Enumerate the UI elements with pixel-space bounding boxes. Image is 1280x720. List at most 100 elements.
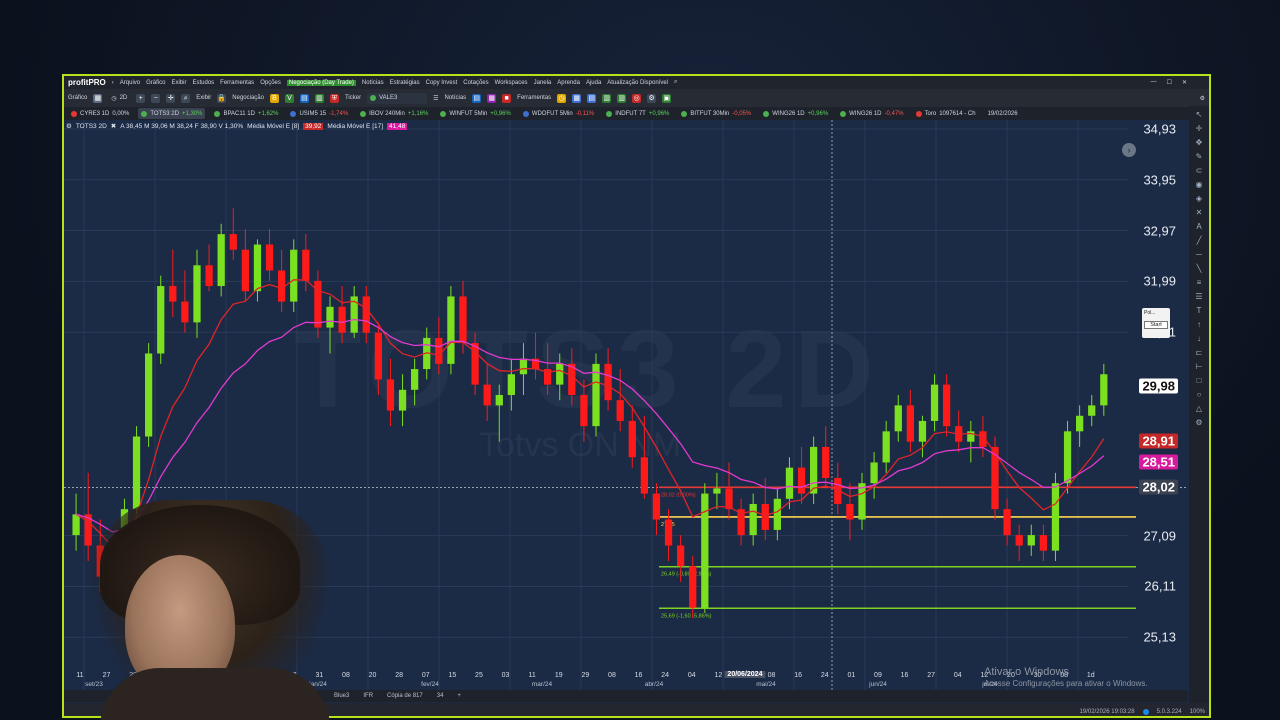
period-selector[interactable]: ◷ 2D	[108, 93, 130, 104]
tool-target-icon[interactable]: ◎	[632, 93, 642, 103]
status-blue3[interactable]: Blue3	[334, 693, 349, 699]
menu-item-copy-invest[interactable]: Copy Invest	[426, 80, 458, 86]
gear-tool-icon[interactable]: ⚙	[1194, 418, 1204, 428]
price-tick-label: 34,93	[1143, 121, 1176, 137]
start-button[interactable]: Start	[1144, 321, 1168, 329]
ticker-tab[interactable]: INDFUT 7T +0,96%	[603, 108, 672, 119]
pen-icon[interactable]: ✎	[1194, 152, 1204, 162]
menu-item-janela[interactable]: Janela	[534, 80, 552, 86]
order-buy-icon[interactable]: B	[269, 93, 279, 103]
ticker-input[interactable]: VALE3	[367, 92, 428, 104]
ticker-tab[interactable]: USIM5 15 -1,74%	[287, 108, 351, 119]
menu-item-cotacoes[interactable]: Cotações	[463, 80, 488, 86]
menu-item-estrategias[interactable]: Estratégias	[390, 80, 420, 86]
bracket-icon[interactable]: ⊏	[1194, 348, 1204, 358]
price-axis[interactable]: 34,9333,9532,9731,9931,0127,0926,1125,13…	[1128, 120, 1188, 690]
status-copia[interactable]: Cópia de 817	[387, 693, 423, 699]
menu-item-arquivo[interactable]: Arquivo	[120, 80, 140, 86]
news-icon[interactable]: ▤	[472, 93, 482, 103]
ticker-tab[interactable]: Toro 1097614 - Ch	[913, 108, 979, 119]
text-tool-icon[interactable]: T	[1194, 306, 1204, 316]
tool-grid-icon[interactable]: ▦	[572, 93, 582, 103]
tool-table-icon[interactable]: ▤	[587, 93, 597, 103]
menu-item-exibir[interactable]: Exibir	[171, 80, 186, 86]
crosshair-icon[interactable]: ✛	[166, 93, 176, 103]
maximize-icon[interactable]: ☐	[1167, 79, 1172, 86]
ticker-tab[interactable]: WING26 1D +0,96%	[760, 108, 831, 119]
hline-icon[interactable]: ─	[1194, 250, 1204, 260]
tool-gear-icon[interactable]: ⚙	[647, 93, 657, 103]
minimize-icon[interactable]: —	[1151, 79, 1157, 86]
arrow-down-icon[interactable]: ↓	[1194, 334, 1204, 344]
menu-item-atualizacao[interactable]: Atualização Disponível	[607, 80, 668, 86]
toolbar-exibir-label[interactable]: Exibir	[196, 95, 211, 101]
zoom-in-icon[interactable]: +	[136, 93, 146, 103]
menu-item-ferramentas[interactable]: Ferramentas	[220, 80, 254, 86]
shield-icon[interactable]: ⛨	[329, 93, 339, 103]
text-icon[interactable]: A	[1194, 222, 1204, 232]
add-tab-icon[interactable]: +	[457, 693, 461, 699]
menu-item-noticias[interactable]: Notícias	[362, 80, 384, 86]
line-icon[interactable]: ╱	[1194, 236, 1204, 246]
menu-item-negociacao[interactable]: Negociação (Day Trade)	[286, 79, 356, 86]
circle-icon[interactable]: ○	[1194, 390, 1204, 400]
menu-bar: profitPRO ‹ Arquivo Gráfico Exibir Estud…	[64, 76, 1209, 89]
ticker-tab[interactable]: CYRE3 1D 0,00%	[68, 108, 132, 119]
menu-item-aprenda[interactable]: Aprenda	[557, 80, 580, 86]
eye-icon[interactable]: ◉	[1194, 180, 1204, 190]
move-icon[interactable]: ✥	[1194, 138, 1204, 148]
triangle-icon[interactable]: △	[1194, 404, 1204, 414]
lock-icon[interactable]: 🔒	[217, 93, 227, 103]
ticker-tab[interactable]: WING26 1D -0,47%	[837, 108, 906, 119]
fibo-icon[interactable]: ☰	[1194, 292, 1204, 302]
tool-chart-icon[interactable]: ▥	[602, 93, 612, 103]
list-icon[interactable]: ☰	[433, 95, 438, 102]
zoom-out-icon[interactable]: −	[151, 93, 161, 103]
price-tick-label: 25,13	[1143, 629, 1176, 645]
chart-type-icon[interactable]: ▦	[93, 93, 103, 103]
candle-body	[157, 286, 165, 354]
order-icon[interactable]: V	[284, 93, 294, 103]
legend-gear-icon[interactable]: ⚙	[66, 122, 72, 130]
ticker-tab[interactable]: BPAC11 1D +1,62%	[211, 108, 281, 119]
delete-icon[interactable]: ✕	[1194, 208, 1204, 218]
ticker-tab[interactable]: IBOV 240Min +1,16%	[357, 108, 431, 119]
ticker-tab[interactable]: BITFUT 30Min -0,05%	[678, 108, 754, 119]
chart-green-icon[interactable]: ▥	[314, 93, 324, 103]
rect-icon[interactable]: □	[1194, 376, 1204, 386]
candle-body	[725, 488, 733, 510]
menu-item-estudos[interactable]: Estudos	[192, 80, 214, 86]
tool-clock-icon[interactable]: ◷	[557, 93, 567, 103]
news3-icon[interactable]: ■	[502, 93, 512, 103]
status-count[interactable]: 34	[437, 693, 444, 699]
arrow-up-icon[interactable]: ↑	[1194, 320, 1204, 330]
magnifier-icon[interactable]: ⌕	[181, 93, 191, 103]
status-ifr[interactable]: IFR	[363, 693, 373, 699]
chart-nav-icon[interactable]: ›	[1122, 143, 1136, 157]
news2-icon[interactable]: ▦	[487, 93, 497, 103]
magnet-icon[interactable]: ⊂	[1194, 166, 1204, 176]
cursor-icon[interactable]: ↖	[1194, 110, 1204, 120]
crosshair-tool-icon[interactable]: ✛	[1194, 124, 1204, 134]
ticker-tab[interactable]: WDOFUT 5Min -0,11%	[520, 108, 597, 119]
ticker-tab[interactable]: TOTS3 2D +1,30%	[138, 108, 206, 119]
menu-item-grafico[interactable]: Gráfico	[146, 80, 165, 86]
menu-back-icon[interactable]: ‹	[112, 80, 114, 86]
menu-item-opcoes[interactable]: Opções	[260, 80, 281, 86]
ruler-icon[interactable]: ⊢	[1194, 362, 1204, 372]
close-icon[interactable]: ✕	[1182, 79, 1187, 86]
layers-icon[interactable]: ◈	[1194, 194, 1204, 204]
tool-export-icon[interactable]: ▣	[662, 93, 672, 103]
ray-icon[interactable]: ╲	[1194, 264, 1204, 274]
menu-item-workspaces[interactable]: Workspaces	[495, 80, 528, 86]
channel-icon[interactable]: ≡	[1194, 278, 1204, 288]
menu-item-ajuda[interactable]: Ajuda	[586, 80, 601, 86]
date-tick-label: 24	[820, 672, 829, 679]
search-icon[interactable]: ⌕	[674, 79, 677, 86]
book-icon[interactable]: ▤	[299, 93, 309, 103]
tool-bars-icon[interactable]: ▥	[617, 93, 627, 103]
settings-gear-icon[interactable]: ⚙	[1200, 95, 1205, 102]
ticker-tab[interactable]: WINFUT 5Min +0,96%	[437, 108, 513, 119]
ticker-tab[interactable]: 19/02/2026	[985, 108, 1021, 119]
legend-close-icon[interactable]: ✖	[111, 122, 116, 130]
